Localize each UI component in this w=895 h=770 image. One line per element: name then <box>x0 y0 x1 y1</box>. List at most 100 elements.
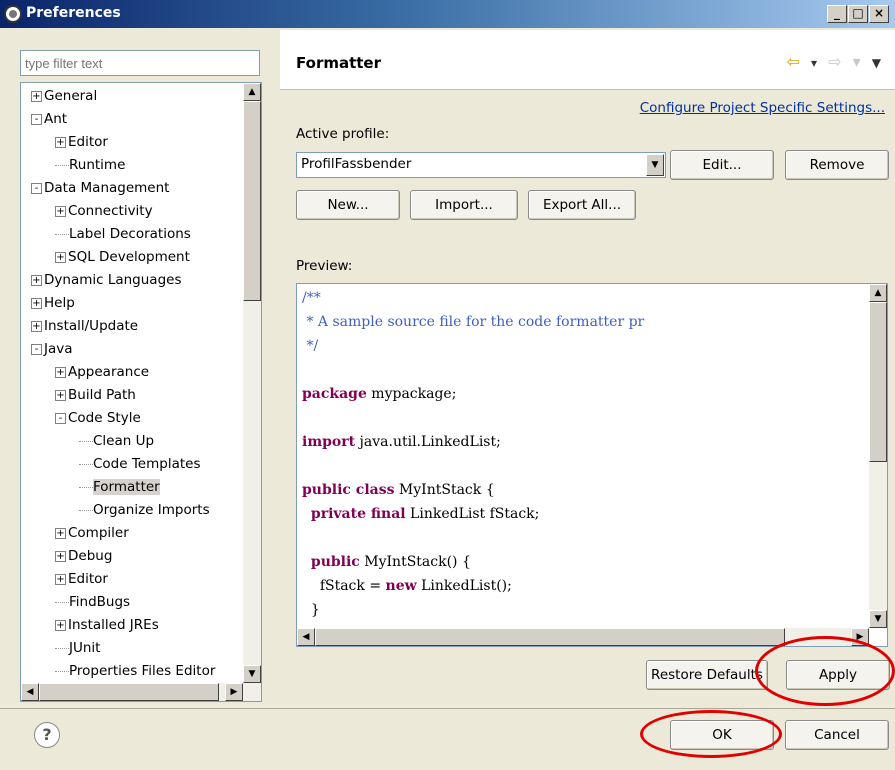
remove-button[interactable]: Remove <box>785 150 889 180</box>
expand-icon[interactable]: + <box>55 527 66 539</box>
code-preview[interactable]: /** * A sample source file for the code … <box>296 283 888 647</box>
export-all-button[interactable]: Export All... <box>528 190 636 220</box>
code-keyword: public <box>310 554 360 570</box>
configure-project-settings-link[interactable]: Configure Project Specific Settings... <box>640 100 885 116</box>
preview-hscroll-thumb[interactable] <box>315 628 785 646</box>
restore-defaults-button[interactable]: Restore Defaults <box>646 660 768 690</box>
scroll-right-icon[interactable]: ▶ <box>225 683 243 701</box>
expand-icon[interactable]: + <box>55 619 66 631</box>
tree-item[interactable]: + Help <box>31 292 75 314</box>
preview-vertical-scrollbar[interactable]: ▲ ▼ <box>869 284 887 628</box>
tree-item-label: Appearance <box>68 364 150 380</box>
tree-item[interactable]: + Installed JREs <box>55 614 159 636</box>
active-profile-select[interactable]: ProfilFassbender ▼ <box>296 152 666 178</box>
expand-icon[interactable]: + <box>55 573 66 585</box>
tree-item[interactable]: - Java <box>31 338 73 360</box>
scroll-up-icon[interactable]: ▲ <box>243 83 261 101</box>
tree-item[interactable]: + Debug <box>55 545 112 567</box>
divider <box>0 708 895 709</box>
view-menu-icon[interactable]: ▼ <box>872 56 881 70</box>
tree-branch-line <box>79 463 93 465</box>
tree-item[interactable]: + Dynamic Languages <box>31 269 182 291</box>
code-line: import java.util.LinkedList; <box>302 434 501 450</box>
help-icon[interactable]: ? <box>34 722 60 748</box>
tree-item[interactable]: - Code Style <box>55 407 141 429</box>
tree-item[interactable]: + SQL Development <box>55 246 190 268</box>
expand-icon[interactable]: + <box>55 251 66 263</box>
expand-icon[interactable]: + <box>55 389 66 401</box>
tree-item[interactable]: JUnit <box>55 637 100 659</box>
code-keyword: package <box>302 386 367 402</box>
back-arrow-icon[interactable]: ⇦ <box>787 52 800 71</box>
tree-item[interactable]: + Appearance <box>55 361 149 383</box>
tree-item[interactable]: Label Decorations <box>55 223 191 245</box>
new-profile-button[interactable]: New... <box>296 190 400 220</box>
code-line: */ <box>302 336 318 356</box>
maximize-button[interactable]: □ <box>848 5 868 23</box>
tree-item[interactable]: + Connectivity <box>55 200 153 222</box>
expand-icon[interactable]: + <box>31 90 42 102</box>
scroll-left-icon[interactable]: ◀ <box>297 628 315 646</box>
tree-item[interactable]: Properties Files Editor <box>55 660 215 682</box>
expand-icon[interactable]: + <box>31 274 42 286</box>
collapse-icon[interactable]: - <box>55 412 66 424</box>
tree-item[interactable]: + General <box>31 85 97 107</box>
expand-icon[interactable]: + <box>31 297 42 309</box>
tree-item[interactable]: + Install/Update <box>31 315 138 337</box>
code-line: fStack = new LinkedList(); <box>319 578 512 594</box>
tree-item-label: Installed JREs <box>68 617 159 633</box>
code-line: private final LinkedList fStack; <box>310 506 540 522</box>
tree-item[interactable]: - Ant <box>31 108 67 130</box>
tree-horizontal-scrollbar[interactable]: ◀ ▶ <box>21 683 261 701</box>
filter-input[interactable] <box>20 50 260 76</box>
tree-item-label: Editor <box>68 134 108 150</box>
expand-icon[interactable]: + <box>55 550 66 562</box>
tree-item[interactable]: + Compiler <box>55 522 129 544</box>
tree-item-label: Data Management <box>44 180 170 196</box>
scroll-left-icon[interactable]: ◀ <box>21 683 39 701</box>
scroll-down-icon[interactable]: ▼ <box>243 665 261 683</box>
tree-hscroll-thumb[interactable] <box>39 683 219 701</box>
tree-item-label: Dynamic Languages <box>44 272 182 288</box>
import-button[interactable]: Import... <box>410 190 518 220</box>
tree-item-label: SQL Development <box>68 249 190 265</box>
page-header: Formatter ⇦ ▾ ⇨ ▾ ▼ <box>280 30 895 90</box>
tree-item-label: Ant <box>44 111 68 127</box>
tree-item-label: Code Templates <box>93 456 201 472</box>
cancel-button[interactable]: Cancel <box>785 720 889 750</box>
expand-icon[interactable]: + <box>55 205 66 217</box>
back-menu-icon[interactable]: ▾ <box>811 56 817 70</box>
tree-item[interactable]: Formatter <box>79 476 160 498</box>
chevron-down-icon[interactable]: ▼ <box>646 154 664 176</box>
preview-scroll-thumb[interactable] <box>869 302 887 462</box>
tree-item[interactable]: + Editor <box>55 131 108 153</box>
tree-scroll-thumb[interactable] <box>243 101 261 301</box>
expand-icon[interactable]: + <box>31 320 42 332</box>
tree-item-label: Compiler <box>68 525 129 541</box>
tree-item[interactable]: + Editor <box>55 568 108 590</box>
edit-button[interactable]: Edit... <box>670 150 774 180</box>
tree-item[interactable]: - Data Management <box>31 177 169 199</box>
code-preview-text: /** * A sample source file for the code … <box>302 288 867 628</box>
close-button[interactable]: × <box>869 5 889 23</box>
code-line: * A sample source file for the code form… <box>302 312 644 332</box>
tree-item[interactable]: Organize Imports <box>79 499 210 521</box>
tree-item[interactable]: + Build Path <box>55 384 136 406</box>
tree-vertical-scrollbar[interactable]: ▲ ▼ <box>243 83 261 683</box>
collapse-icon[interactable]: - <box>31 113 42 125</box>
scroll-up-icon[interactable]: ▲ <box>869 284 887 302</box>
forward-arrow-icon[interactable]: ⇨ <box>828 52 841 71</box>
tree-item[interactable]: Clean Up <box>79 430 154 452</box>
tree-item[interactable]: FindBugs <box>55 591 130 613</box>
forward-menu-icon[interactable]: ▾ <box>853 52 861 71</box>
tree-item[interactable]: Runtime <box>55 154 125 176</box>
active-profile-label: Active profile: <box>296 126 390 142</box>
code-keyword: import <box>302 434 356 450</box>
collapse-icon[interactable]: - <box>31 182 42 194</box>
minimize-button[interactable]: _ <box>827 5 847 23</box>
expand-icon[interactable]: + <box>55 136 66 148</box>
scroll-down-icon[interactable]: ▼ <box>869 610 887 628</box>
expand-icon[interactable]: + <box>55 366 66 378</box>
collapse-icon[interactable]: - <box>31 343 42 355</box>
tree-item[interactable]: Code Templates <box>79 453 201 475</box>
